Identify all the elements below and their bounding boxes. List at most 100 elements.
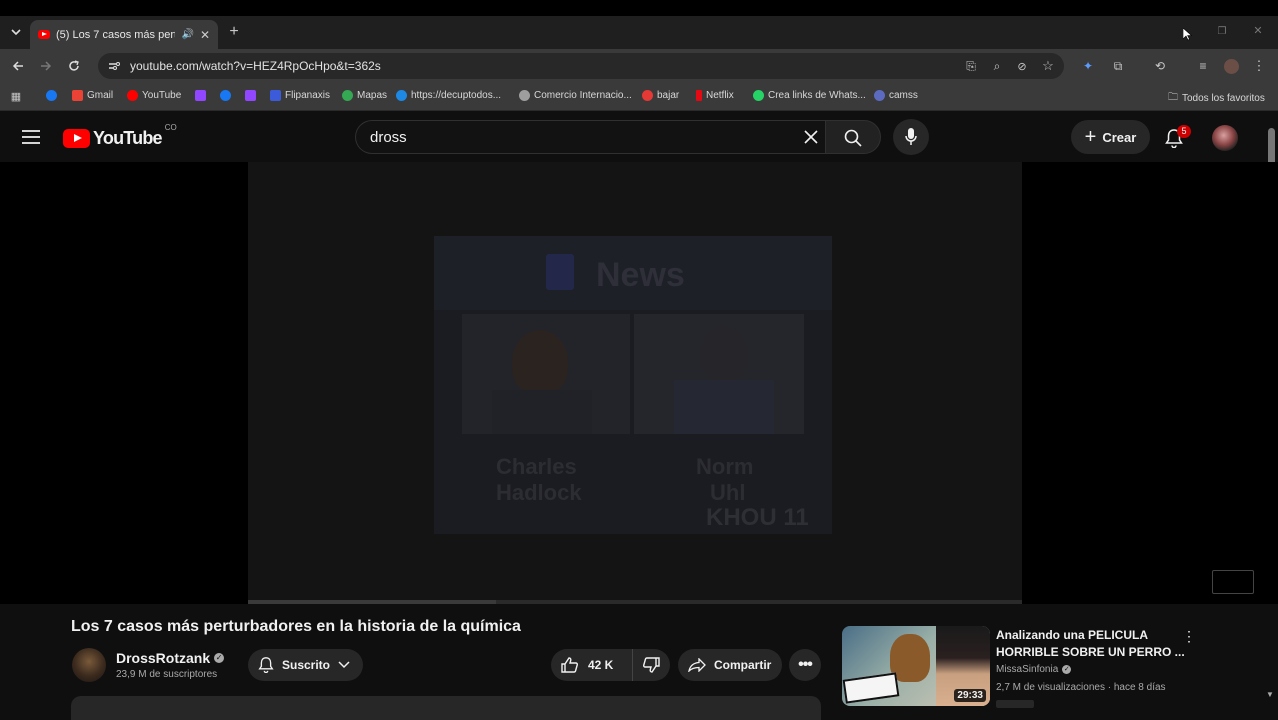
channel-name[interactable]: DrossRotzank	[116, 650, 210, 666]
extensions-puzzle-icon[interactable]: ⧉	[1110, 58, 1126, 74]
voice-search-button[interactable]	[893, 119, 929, 155]
youtube-wordmark: YouTube	[93, 128, 163, 148]
profile-avatar[interactable]	[1224, 59, 1239, 74]
eye-off-icon[interactable]: ⊘	[1014, 58, 1030, 74]
like-dislike-group: 42 K	[551, 649, 670, 681]
more-actions-button[interactable]: •••	[789, 649, 821, 681]
site-icon	[874, 90, 885, 101]
clear-search-icon[interactable]	[803, 129, 819, 145]
address-bar[interactable]: youtube.com/watch?v=HEZ4RpOcHpo&t=362s	[98, 53, 1064, 79]
share-button[interactable]: Compartir	[678, 649, 782, 681]
bookmark-twitch-2[interactable]	[245, 90, 256, 101]
history-icon[interactable]: ⟲	[1152, 58, 1168, 74]
youtube-logo[interactable]: YouTube CO	[63, 123, 177, 149]
description-box[interactable]	[71, 696, 821, 720]
bookmark-whatsapp-links[interactable]: Crea links de Whats...	[753, 90, 866, 101]
back-arrow-icon[interactable]	[10, 58, 26, 74]
lower-third-name-2a: Norm	[696, 454, 754, 479]
forward-arrow-icon[interactable]	[38, 58, 54, 74]
restore-window-icon[interactable]: ❐	[1216, 25, 1228, 37]
media-controls-icon[interactable]: ≡	[1195, 58, 1211, 74]
subscriber-count: 23,9 M de suscriptores	[116, 669, 218, 680]
recommended-menu-icon[interactable]: ⋮	[1182, 628, 1196, 645]
bookmark-comercio[interactable]: Comercio Internacio...	[519, 90, 632, 101]
extension-icon[interactable]: ✦	[1080, 58, 1096, 74]
reload-icon[interactable]	[66, 58, 82, 74]
bookmark-gmail[interactable]: Gmail	[72, 90, 113, 101]
twitch-icon	[245, 90, 256, 101]
country-code: CO	[164, 123, 177, 132]
tab-close-icon[interactable]: ✕	[200, 28, 210, 42]
bookmark-label: Gmail	[87, 90, 114, 101]
bookmark-mapas[interactable]: Mapas	[342, 90, 387, 101]
notification-count-badge: 5	[1177, 125, 1191, 138]
tab-search-chevron-icon[interactable]	[8, 24, 24, 40]
video-player[interactable]: News Charles Hadlock Norm Uhl KHOU 11	[0, 162, 1278, 604]
bookmark-twitch[interactable]	[195, 90, 206, 101]
bookmark-flipanaxis[interactable]: Flipanaxis	[270, 90, 330, 101]
channel-avatar[interactable]	[72, 648, 106, 682]
recommended-title-line-1: Analizando una PELICULA	[996, 628, 1149, 642]
tab-title: (5) Los 7 casos más perturb	[56, 28, 175, 41]
bell-icon	[258, 657, 274, 673]
bookmark-bajar[interactable]: bajar	[642, 90, 679, 101]
map-pin-icon	[342, 90, 353, 101]
search-input[interactable]: dross	[355, 120, 825, 154]
site-icon	[396, 90, 407, 101]
bookmark-facebook-2[interactable]	[220, 90, 231, 101]
browser-menu-icon[interactable]: ⋮	[1253, 58, 1266, 74]
new-tab-plus-icon[interactable]: +	[226, 23, 242, 41]
video-frame[interactable]: News Charles Hadlock Norm Uhl KHOU 11	[248, 162, 1022, 604]
browser-tab-active[interactable]: (5) Los 7 casos más perturb 🔊 ✕	[30, 20, 218, 49]
user-avatar[interactable]	[1212, 125, 1238, 151]
recommended-title[interactable]: Analizando una PELICULA HORRIBLE SOBRE U…	[996, 627, 1185, 661]
recommended-channel-row[interactable]: MissaSinfonia ✓	[996, 664, 1072, 675]
apps-grid-icon[interactable]: ▦	[10, 90, 22, 103]
recommended-thumbnail[interactable]: 29:33	[842, 626, 990, 706]
like-button[interactable]: 42 K	[551, 649, 633, 681]
audio-playing-icon[interactable]: 🔊	[181, 29, 193, 40]
site-info-icon[interactable]	[108, 61, 120, 71]
all-bookmarks-folder[interactable]: 🗀 Todos los favoritos	[1168, 90, 1265, 107]
close-window-icon[interactable]: ✕	[1252, 24, 1264, 37]
recommended-title-line-2: HORRIBLE SOBRE UN PERRO ...	[996, 645, 1185, 659]
bookmark-label: Comercio Internacio...	[534, 90, 632, 101]
video-still-image: News Charles Hadlock Norm Uhl KHOU 11	[434, 236, 832, 534]
install-app-icon[interactable]: ⎘	[963, 58, 979, 74]
bookmark-decuptodos[interactable]: https://decuptodos...	[396, 90, 501, 101]
channel-name-row[interactable]: DrossRotzank ✓	[116, 650, 225, 666]
mouse-cursor-icon	[1183, 28, 1192, 41]
verified-badge-icon: ✓	[214, 653, 225, 663]
bookmark-label: bajar	[657, 90, 680, 101]
all-bookmarks-label: Todos los favoritos	[1182, 93, 1265, 104]
subscribed-button[interactable]: Suscrito	[248, 649, 363, 681]
video-title: Los 7 casos más perturbadores en la hist…	[71, 618, 521, 635]
dislike-button[interactable]	[633, 649, 670, 681]
bookmark-youtube[interactable]: YouTube	[127, 90, 181, 101]
search-button[interactable]	[825, 120, 881, 154]
chevron-down-icon	[338, 661, 350, 669]
recommended-channel: MissaSinfonia	[996, 664, 1059, 675]
site-icon	[642, 90, 653, 101]
create-button[interactable]: + Crear	[1071, 120, 1150, 154]
bookmark-star-icon[interactable]: ☆	[1040, 58, 1056, 74]
bookmark-netflix[interactable]: Netflix	[696, 90, 734, 101]
bookmark-camss[interactable]: camss	[874, 90, 918, 101]
folder-icon: 🗀	[1168, 92, 1178, 103]
bookmark-facebook[interactable]	[46, 90, 57, 101]
news-logo-text: News	[596, 256, 685, 294]
youtube-header: YouTube CO dross + Crear 5	[0, 112, 1278, 268]
station-logo-text: KHOU 11	[706, 504, 809, 531]
recommended-stats: 2,7 M de visualizaciones · hace 8 días	[996, 682, 1166, 693]
scroll-down-arrow-icon[interactable]: ▼	[1266, 690, 1274, 699]
channel-watermark-logo[interactable]	[1212, 570, 1254, 594]
subscribed-label: Suscrito	[282, 658, 331, 672]
netflix-icon	[696, 90, 702, 101]
thumbs-down-icon	[643, 657, 660, 673]
browser-toolbar: youtube.com/watch?v=HEZ4RpOcHpo&t=362s ⎘…	[0, 49, 1278, 83]
plus-icon: +	[1084, 126, 1097, 148]
hamburger-menu-icon[interactable]	[22, 130, 40, 144]
more-horizontal-icon: •••	[798, 656, 813, 673]
zoom-icon[interactable]: ⌕	[989, 58, 1005, 74]
reporter-right-panel	[634, 314, 804, 434]
